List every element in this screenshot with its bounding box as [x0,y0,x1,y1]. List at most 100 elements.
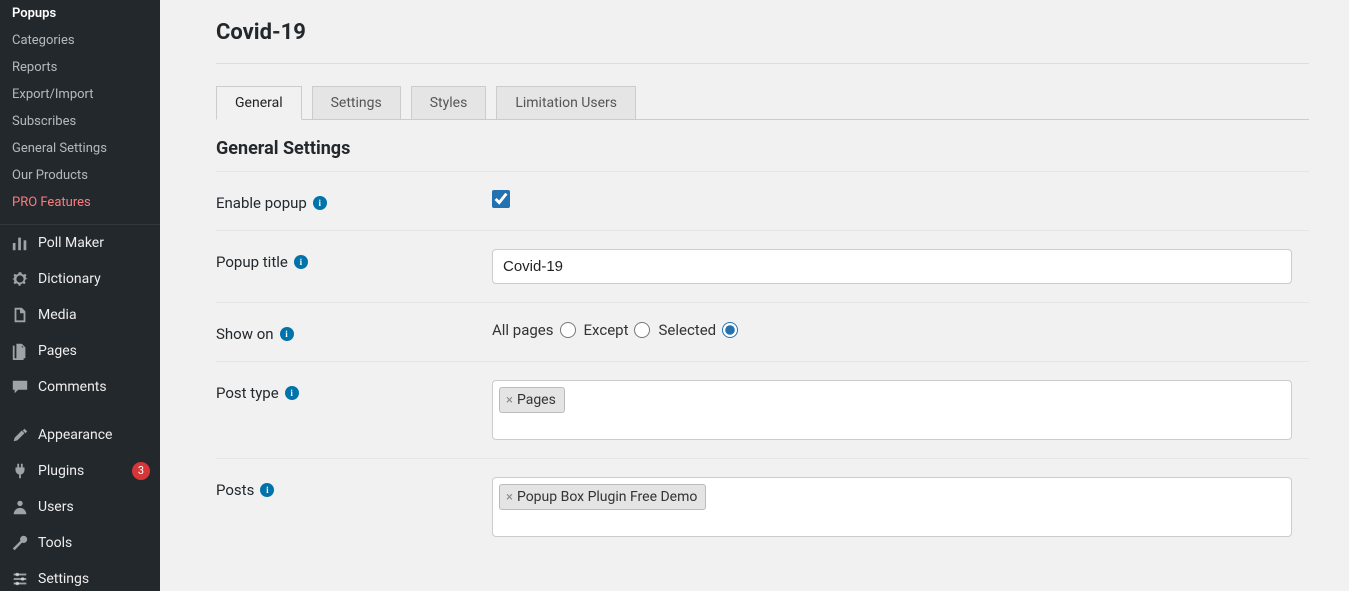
tag-remove-icon[interactable]: × [504,393,515,408]
tag-post: × Popup Box Plugin Free Demo [499,484,706,510]
menu-item-plugins[interactable]: Plugins 3 [0,453,160,489]
menu-separator [0,405,160,417]
gear-icon [10,269,30,289]
info-icon[interactable]: i [280,327,294,341]
menu-item-poll-maker[interactable]: Poll Maker [0,225,160,261]
info-icon[interactable]: i [294,255,308,269]
menu-item-comments[interactable]: Comments [0,369,160,405]
posts-select[interactable]: × Popup Box Plugin Free Demo [492,477,1292,537]
tab-settings[interactable]: Settings [312,86,401,120]
admin-main-menu: Poll Maker Dictionary Media Pages Commen… [0,224,160,591]
submenu-label: Our Products [12,168,88,183]
pages-icon [10,341,30,361]
plugins-icon [10,461,30,481]
settings-icon [10,569,30,589]
post-type-select[interactable]: × Pages [492,380,1292,440]
info-icon[interactable]: i [260,483,274,497]
tab-label: Limitation Users [515,95,617,111]
submenu-label: General Settings [12,141,107,156]
submenu-label: Popups [12,6,56,21]
tab-limitation-users[interactable]: Limitation Users [496,86,636,120]
tab-styles[interactable]: Styles [411,86,487,120]
media-icon [10,305,30,325]
field-show-on: Show on i All pages Except Selected [216,303,1309,361]
menu-label: Tools [38,535,150,551]
menu-label: Users [38,499,150,515]
menu-label: Settings [38,571,150,587]
tag-label: Popup Box Plugin Free Demo [517,489,697,505]
menu-item-appearance[interactable]: Appearance [0,417,160,453]
radio-all-pages[interactable] [560,322,576,338]
radio-label: Except [584,321,629,339]
appearance-icon [10,425,30,445]
field-control: × Pages [492,380,1309,440]
menu-label: Poll Maker [38,235,150,251]
menu-label: Dictionary [38,271,150,287]
menu-item-dictionary[interactable]: Dictionary [0,261,160,297]
submenu-item-reports[interactable]: Reports [0,54,160,81]
enable-popup-checkbox[interactable] [492,190,510,208]
submenu-item-general-settings[interactable]: General Settings [0,135,160,162]
field-control [492,190,1309,208]
info-icon[interactable]: i [285,386,299,400]
tag-pages: × Pages [499,387,565,413]
poll-icon [10,233,30,253]
label-text: Show on [216,325,274,343]
submenu-item-our-products[interactable]: Our Products [0,162,160,189]
settings-tabs: General Settings Styles Limitation Users [216,86,1309,120]
tab-general[interactable]: General [216,86,302,120]
radio-label: Selected [658,321,716,339]
field-control: All pages Except Selected [492,321,1309,339]
radio-selected[interactable] [722,322,738,338]
submenu-item-export-import[interactable]: Export/Import [0,81,160,108]
popup-title-input[interactable] [492,249,1292,284]
menu-label: Appearance [38,427,150,443]
plugins-update-badge: 3 [132,462,150,480]
field-label: Popup title i [216,249,492,271]
radio-label: All pages [492,321,554,339]
label-text: Popup title [216,253,288,271]
submenu-item-subscribes[interactable]: Subscribes [0,108,160,135]
submenu-label: Categories [12,33,75,48]
field-control: × Popup Box Plugin Free Demo [492,477,1309,537]
field-posts: Posts i × Popup Box Plugin Free Demo [216,459,1309,555]
field-label: Post type i [216,380,492,402]
menu-label: Plugins [38,463,122,479]
label-text: Post type [216,384,279,402]
radio-except-option[interactable]: Except [584,321,651,339]
submenu-item-pro-features[interactable]: PRO Features [0,189,160,216]
submenu-label: Reports [12,60,57,75]
info-icon[interactable]: i [313,196,327,210]
menu-label: Comments [38,379,150,395]
menu-item-pages[interactable]: Pages [0,333,160,369]
tools-icon [10,533,30,553]
field-post-type: Post type i × Pages [216,362,1309,458]
tab-label: Styles [430,95,468,111]
label-text: Posts [216,481,254,499]
tab-label: Settings [331,95,382,111]
menu-item-media[interactable]: Media [0,297,160,333]
tag-label: Pages [517,392,556,408]
field-label: Show on i [216,321,492,343]
menu-label: Media [38,307,150,323]
menu-item-users[interactable]: Users [0,489,160,525]
tab-label: General [235,95,283,111]
submenu-label: Subscribes [12,114,76,129]
menu-item-tools[interactable]: Tools [0,525,160,561]
field-label: Posts i [216,477,492,499]
plugin-submenu: Popups Categories Reports Export/Import … [0,0,160,224]
comments-icon [10,377,30,397]
field-popup-title: Popup title i [216,231,1309,302]
menu-label: Pages [38,343,150,359]
menu-item-settings[interactable]: Settings [0,561,160,591]
tag-remove-icon[interactable]: × [504,490,515,505]
page-title: Covid-19 [216,20,1309,45]
users-icon [10,497,30,517]
submenu-item-categories[interactable]: Categories [0,27,160,54]
content-area: Covid-19 General Settings Styles Limitat… [160,0,1349,591]
submenu-item-popups[interactable]: Popups [0,0,160,27]
radio-all-pages-option[interactable]: All pages [492,321,576,339]
radio-selected-option[interactable]: Selected [658,321,738,339]
radio-except[interactable] [634,322,650,338]
submenu-label: Export/Import [12,87,94,102]
